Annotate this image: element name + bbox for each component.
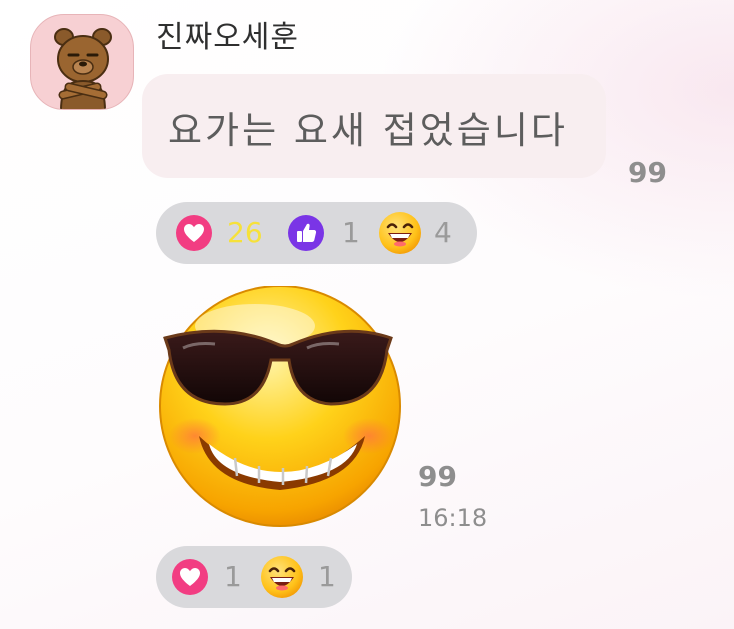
unread-count: 99 bbox=[628, 156, 667, 189]
sunglasses-emoji-sticker[interactable] bbox=[155, 286, 405, 532]
reaction-count-laugh: 4 bbox=[434, 216, 452, 249]
reaction-count-heart: 26 bbox=[227, 216, 263, 249]
thumbs-up-icon[interactable] bbox=[288, 215, 324, 251]
bear-character-icon bbox=[54, 28, 112, 109]
heart-icon[interactable] bbox=[176, 215, 212, 251]
message-text: 요가는 요새 접었습니다 bbox=[168, 109, 568, 152]
message-time: 16:18 bbox=[418, 504, 488, 532]
sender-name[interactable]: 진짜오세훈 bbox=[156, 12, 299, 56]
sticker-reaction-count-heart: 1 bbox=[224, 560, 242, 593]
reaction-count-like: 1 bbox=[342, 216, 360, 249]
sticker-unread-count: 99 bbox=[418, 460, 457, 493]
sticker-reaction-count-laugh: 1 bbox=[318, 560, 336, 593]
laughing-emoji-icon[interactable] bbox=[260, 555, 304, 599]
heart-icon[interactable] bbox=[172, 559, 208, 595]
avatar[interactable] bbox=[30, 14, 134, 110]
laughing-emoji-icon[interactable] bbox=[378, 211, 422, 255]
